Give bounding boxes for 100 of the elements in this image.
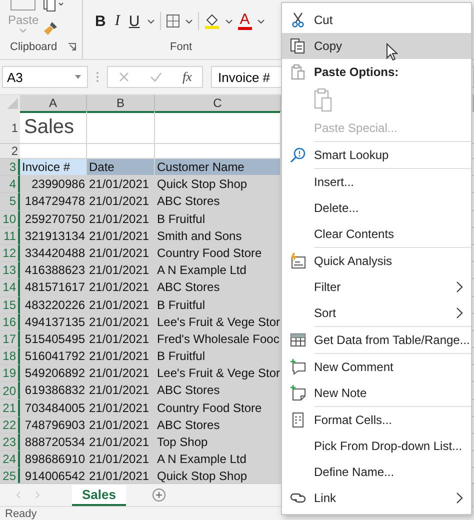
table-cell: 21/01/2021 xyxy=(87,348,155,366)
grip-icon xyxy=(96,71,99,83)
group-label: Clipboard xyxy=(10,41,58,53)
quick-analysis-icon xyxy=(290,253,306,269)
row-header[interactable]: 24 xyxy=(0,451,20,468)
row-header[interactable]: 14 xyxy=(0,279,20,296)
row-header[interactable]: 3 xyxy=(0,159,20,176)
borders-icon[interactable] xyxy=(166,14,180,28)
row-header[interactable]: 4 xyxy=(0,176,20,194)
dialog-launcher-icon[interactable] xyxy=(68,43,76,51)
format-painter-icon[interactable] xyxy=(42,20,59,36)
underline-button[interactable]: U xyxy=(126,12,142,30)
menu-item[interactable]: Define Name... xyxy=(282,459,471,485)
row-header[interactable]: 16 xyxy=(0,314,20,331)
row-header[interactable]: 2 xyxy=(0,144,20,159)
menu-item[interactable]: Pick From Drop-down List... xyxy=(282,433,471,459)
table-cell: 481571617 xyxy=(20,279,87,296)
caret-icon[interactable] xyxy=(184,18,193,24)
table-cell: 494137135 xyxy=(20,314,87,331)
format-cells-icon xyxy=(290,412,306,428)
menu-item[interactable]: Copy xyxy=(282,33,471,59)
menu-item[interactable]: Filter xyxy=(282,274,471,300)
row-header[interactable]: 11 xyxy=(0,228,20,245)
column-header[interactable]: A xyxy=(20,95,87,113)
table-cell: 619386832 xyxy=(20,382,87,400)
menu-item[interactable]: Sort xyxy=(282,300,471,326)
row-header[interactable]: 19 xyxy=(0,365,20,382)
group-label: Font xyxy=(170,41,192,53)
table-cell: 888720534 xyxy=(20,434,87,452)
fill-color-icon[interactable] xyxy=(204,13,220,29)
table-cell: 21/01/2021 xyxy=(87,451,155,468)
name-box[interactable]: A3 xyxy=(2,66,88,88)
caret-icon[interactable] xyxy=(256,18,265,24)
table-cell: 259270750 xyxy=(20,210,87,228)
column-header[interactable]: B xyxy=(87,95,155,113)
caret-icon[interactable] xyxy=(146,18,155,24)
bold-button[interactable]: B xyxy=(93,12,108,30)
table-cell: 483220226 xyxy=(20,296,87,314)
menu-heading: Paste Options: xyxy=(282,59,471,85)
table-cell: 21/01/2021 xyxy=(87,244,155,262)
font-color-button[interactable]: A xyxy=(238,12,252,30)
menu-item[interactable]: Insert... xyxy=(282,169,471,195)
table-cell: Lee's Fruit & Vege Stor xyxy=(155,365,281,382)
table-cell: 549206892 xyxy=(20,365,87,382)
chevron-icon xyxy=(455,492,463,504)
menu-item[interactable]: Quick Analysis xyxy=(282,248,471,274)
table-cell: 21/01/2021 xyxy=(87,262,155,280)
row-header[interactable]: 15 xyxy=(0,296,20,314)
menu-item[interactable]: Cut xyxy=(282,7,471,33)
table-cell: A N Example Ltd xyxy=(155,262,281,280)
table-cell: B Fruitful xyxy=(155,210,281,228)
row-header[interactable]: 20 xyxy=(0,382,20,400)
table-cell: 21/01/2021 xyxy=(87,365,155,382)
table-cell: Sales xyxy=(20,112,87,144)
note-icon xyxy=(290,385,306,401)
menu-item[interactable]: Get Data from Table/Range... xyxy=(282,327,471,353)
row-header[interactable]: 10 xyxy=(0,210,20,228)
row-header[interactable]: 25 xyxy=(0,468,20,483)
copy-icon[interactable] xyxy=(42,0,65,12)
row-header[interactable]: 18 xyxy=(0,348,20,366)
menu-item[interactable]: New Comment xyxy=(282,354,471,380)
row-header[interactable]: 23 xyxy=(0,434,20,452)
table-cell: Top Shop xyxy=(155,434,281,452)
menu-item[interactable]: Smart Lookup xyxy=(282,142,471,168)
menu-item[interactable]: New Note xyxy=(282,380,471,406)
add-sheet-icon[interactable] xyxy=(152,488,166,502)
menu-item[interactable]: Format Cells... xyxy=(282,407,471,433)
table-cell: ABC Stores xyxy=(155,193,281,211)
row-header[interactable]: 5 xyxy=(0,193,20,211)
clipboard-icon xyxy=(10,0,36,12)
scissors-icon xyxy=(290,12,306,28)
menu-item[interactable]: Link xyxy=(282,485,471,511)
table-cell: Quick Stop Shop xyxy=(155,468,281,483)
table-cell: Country Food Store xyxy=(155,244,281,262)
table-cell: 516041792 xyxy=(20,348,87,366)
row-header[interactable]: 22 xyxy=(0,416,20,434)
row-header[interactable]: 12 xyxy=(0,244,20,262)
table-cell: 21/01/2021 xyxy=(87,296,155,314)
table-cell: 184729478 xyxy=(20,193,87,211)
column-header[interactable]: C xyxy=(155,95,281,113)
copy-icon xyxy=(290,38,306,54)
table-cell: Fred's Wholesale Fooc xyxy=(155,330,281,348)
check-icon[interactable] xyxy=(150,71,162,83)
sheet-tab[interactable]: Sales xyxy=(72,484,126,506)
table-cell: ABC Stores xyxy=(155,382,281,400)
row-header[interactable]: 17 xyxy=(0,330,20,348)
menu-item[interactable]: Delete... xyxy=(282,195,471,221)
table-cell: A N Example Ltd xyxy=(155,451,281,468)
menu-item[interactable]: Clear Contents xyxy=(282,221,471,247)
row-header[interactable]: 1 xyxy=(0,112,20,144)
cursor-icon xyxy=(386,43,398,61)
row-header[interactable]: 13 xyxy=(0,262,20,280)
table-cell: Customer Name xyxy=(155,159,281,176)
italic-button[interactable]: I xyxy=(112,12,122,30)
caret-icon[interactable] xyxy=(224,18,233,24)
table-cell: Quick Stop Shop xyxy=(155,176,281,194)
table-cell: Country Food Store xyxy=(155,400,281,417)
insert-function-button[interactable]: fx xyxy=(182,69,192,85)
row-header[interactable]: 21 xyxy=(0,400,20,417)
table-cell: 914006542 xyxy=(20,468,87,483)
